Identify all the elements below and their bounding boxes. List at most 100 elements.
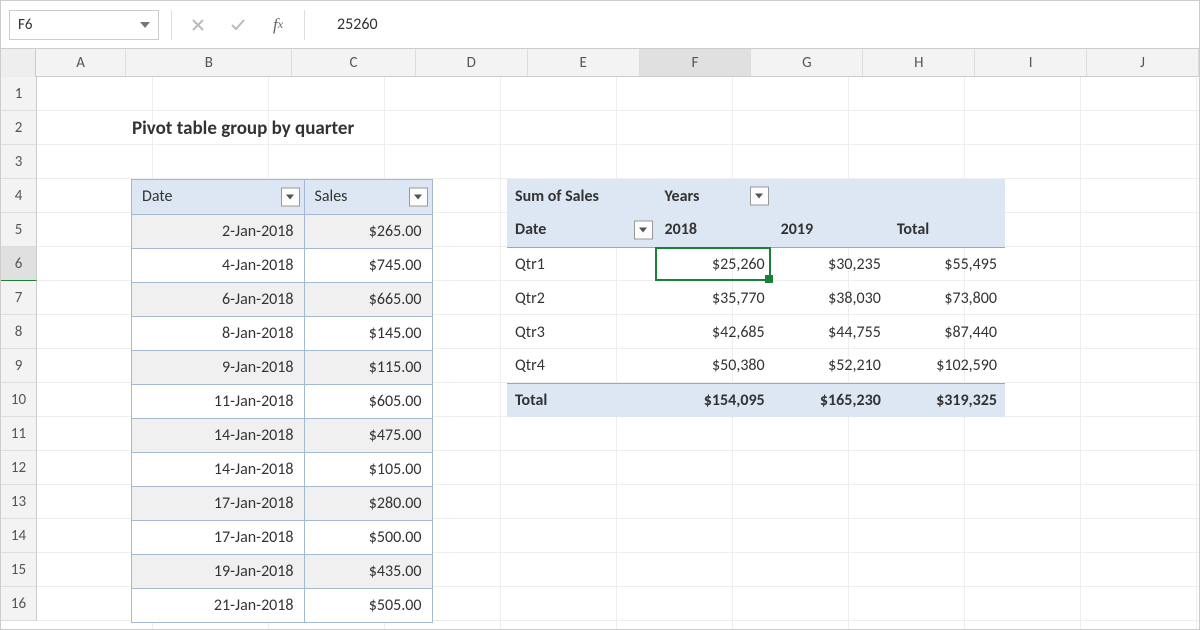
formula-input[interactable]: 25260 bbox=[317, 15, 1191, 34]
column-header[interactable]: B bbox=[126, 49, 292, 76]
row-header[interactable]: 1 bbox=[1, 77, 37, 111]
column-header[interactable]: F bbox=[640, 49, 752, 76]
pivot-row-label[interactable]: Qtr2 bbox=[507, 281, 657, 315]
row-header[interactable]: 6 bbox=[1, 247, 37, 281]
row-header[interactable]: 15 bbox=[1, 553, 37, 587]
cell-date[interactable]: 6-Jan-2018 bbox=[132, 282, 304, 316]
pivot-value[interactable]: $38,030 bbox=[773, 281, 889, 315]
table-row: 21-Jan-2018$505.00 bbox=[132, 588, 432, 622]
row-headers: 12345678910111213141516 bbox=[1, 77, 37, 629]
cell-date[interactable]: 2-Jan-2018 bbox=[132, 214, 304, 248]
table-row: 19-Jan-2018$435.00 bbox=[132, 554, 432, 588]
pivot-col-field[interactable]: Years bbox=[657, 179, 773, 213]
cell-date[interactable]: 14-Jan-2018 bbox=[132, 452, 304, 486]
row-header[interactable]: 4 bbox=[1, 179, 37, 213]
pivot-value[interactable]: $52,210 bbox=[773, 349, 889, 383]
column-header-sales[interactable]: Sales bbox=[304, 180, 432, 214]
data-table-body: 2-Jan-2018$265.004-Jan-2018$745.006-Jan-… bbox=[132, 214, 432, 622]
column-header[interactable]: H bbox=[863, 49, 975, 76]
pivot-col-field-label: Years bbox=[665, 187, 700, 206]
cell-sales[interactable]: $665.00 bbox=[304, 282, 432, 316]
pivot-row-label[interactable]: Qtr4 bbox=[507, 349, 657, 383]
pivot-grand-total[interactable]: $319,325 bbox=[889, 383, 1005, 417]
row-header[interactable]: 2 bbox=[1, 111, 37, 145]
row-header[interactable]: 16 bbox=[1, 587, 37, 621]
pivot-value[interactable]: $25,260 bbox=[657, 247, 773, 281]
cell-sales[interactable]: $500.00 bbox=[304, 520, 432, 554]
cell-sales[interactable]: $605.00 bbox=[304, 384, 432, 418]
column-header[interactable]: A bbox=[36, 49, 127, 76]
pivot-row-total[interactable]: $102,590 bbox=[889, 349, 1005, 383]
pivot-row-label[interactable]: Qtr3 bbox=[507, 315, 657, 349]
pivot-grand-value[interactable]: $154,095 bbox=[657, 383, 773, 417]
cell-date[interactable]: 4-Jan-2018 bbox=[132, 248, 304, 282]
column-header[interactable]: I bbox=[975, 49, 1087, 76]
row-header[interactable]: 13 bbox=[1, 485, 37, 519]
chevron-down-icon bbox=[414, 194, 422, 199]
fx-icon[interactable]: fx bbox=[264, 11, 292, 39]
row-header[interactable]: 3 bbox=[1, 145, 37, 179]
pivot-col-label[interactable]: 2018 bbox=[657, 213, 773, 247]
row-header[interactable]: 5 bbox=[1, 213, 37, 247]
filter-button[interactable] bbox=[281, 187, 300, 206]
row-header[interactable]: 11 bbox=[1, 417, 37, 451]
name-box-value: F6 bbox=[18, 16, 33, 34]
pivot-row-total[interactable]: $87,440 bbox=[889, 315, 1005, 349]
pivot-row-field[interactable]: Date bbox=[507, 213, 657, 247]
row-header[interactable]: 10 bbox=[1, 383, 37, 417]
select-all-corner[interactable] bbox=[1, 49, 36, 77]
cell-date[interactable]: 11-Jan-2018 bbox=[132, 384, 304, 418]
cell-date[interactable]: 14-Jan-2018 bbox=[132, 418, 304, 452]
cell-sales[interactable]: $105.00 bbox=[304, 452, 432, 486]
divider bbox=[304, 10, 305, 40]
column-header[interactable]: C bbox=[292, 49, 415, 76]
cell-date[interactable]: 21-Jan-2018 bbox=[132, 588, 304, 622]
pivot-col-label[interactable]: Total bbox=[889, 213, 1005, 247]
filter-button[interactable] bbox=[634, 220, 653, 239]
pivot-value[interactable]: $50,380 bbox=[657, 349, 773, 383]
cell-date[interactable]: 17-Jan-2018 bbox=[132, 486, 304, 520]
pivot-grand-value[interactable]: $165,230 bbox=[773, 383, 889, 417]
row-header[interactable]: 8 bbox=[1, 315, 37, 349]
column-header[interactable]: E bbox=[528, 49, 640, 76]
column-header[interactable]: J bbox=[1087, 49, 1199, 76]
cell-date[interactable]: 19-Jan-2018 bbox=[132, 554, 304, 588]
cell-sales[interactable]: $745.00 bbox=[304, 248, 432, 282]
row-header[interactable]: 14 bbox=[1, 519, 37, 553]
cancel-icon[interactable] bbox=[184, 11, 212, 39]
pivot-row: Qtr2$35,770$38,030$73,800 bbox=[507, 281, 1005, 315]
source-data-table: Date Sales 2-Jan-2018$265.004-Jan-2018$7… bbox=[131, 179, 433, 623]
pivot-col-label[interactable]: 2019 bbox=[773, 213, 889, 247]
cell-date[interactable]: 8-Jan-2018 bbox=[132, 316, 304, 350]
cell-sales[interactable]: $145.00 bbox=[304, 316, 432, 350]
pivot-grand-label[interactable]: Total bbox=[507, 383, 657, 417]
cell-sales[interactable]: $475.00 bbox=[304, 418, 432, 452]
column-header[interactable]: D bbox=[416, 49, 528, 76]
pivot-measure-label[interactable]: Sum of Sales bbox=[507, 179, 657, 213]
pivot-body: Qtr1$25,260$30,235$55,495Qtr2$35,770$38,… bbox=[507, 247, 1005, 383]
cell-date[interactable]: 9-Jan-2018 bbox=[132, 350, 304, 384]
cell-sales[interactable]: $280.00 bbox=[304, 486, 432, 520]
filter-button[interactable] bbox=[409, 187, 428, 206]
column-header-date[interactable]: Date bbox=[132, 180, 304, 214]
pivot-value[interactable]: $30,235 bbox=[773, 247, 889, 281]
filter-button[interactable] bbox=[750, 187, 769, 206]
column-header[interactable]: G bbox=[751, 49, 863, 76]
check-icon[interactable] bbox=[224, 11, 252, 39]
cell-sales[interactable]: $505.00 bbox=[304, 588, 432, 622]
cell-sales[interactable]: $435.00 bbox=[304, 554, 432, 588]
cell-sales[interactable]: $115.00 bbox=[304, 350, 432, 384]
pivot-value[interactable]: $35,770 bbox=[657, 281, 773, 315]
cells-area[interactable]: Pivot table group by quarter Date Sales bbox=[37, 77, 1199, 629]
cell-sales[interactable]: $265.00 bbox=[304, 214, 432, 248]
pivot-value[interactable]: $42,685 bbox=[657, 315, 773, 349]
pivot-row-total[interactable]: $55,495 bbox=[889, 247, 1005, 281]
pivot-value[interactable]: $44,755 bbox=[773, 315, 889, 349]
name-box[interactable]: F6 bbox=[9, 10, 159, 40]
row-header[interactable]: 7 bbox=[1, 281, 37, 315]
row-header[interactable]: 9 bbox=[1, 349, 37, 383]
cell-date[interactable]: 17-Jan-2018 bbox=[132, 520, 304, 554]
pivot-row-label[interactable]: Qtr1 bbox=[507, 247, 657, 281]
pivot-row-total[interactable]: $73,800 bbox=[889, 281, 1005, 315]
row-header[interactable]: 12 bbox=[1, 451, 37, 485]
